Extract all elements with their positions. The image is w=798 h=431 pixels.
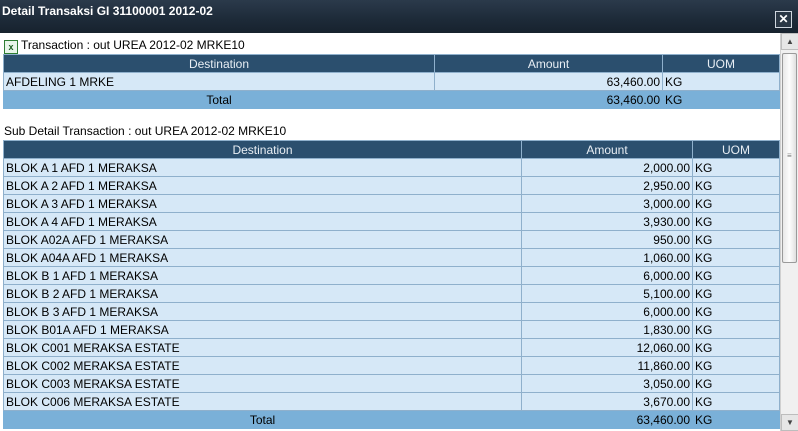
transaction-table: Destination Amount UOM AFDELING 1 MRKE 6… [3,54,780,109]
destination-cell: AFDELING 1 MRKE [3,72,435,91]
column-header-uom[interactable]: UOM [662,54,780,73]
uom-cell: KG [692,194,780,213]
table-row[interactable]: BLOK A 3 AFD 1 MERAKSA 3,000.00 KG [3,194,780,213]
amount-cell: 5,100.00 [521,284,693,303]
destination-cell: BLOK B 3 AFD 1 MERAKSA [3,302,522,321]
column-header-uom[interactable]: UOM [692,140,780,159]
amount-cell: 950.00 [521,230,693,249]
amount-cell: 3,670.00 [521,392,693,411]
uom-cell: KG [692,284,780,303]
window-title: Detail Transaksi GI 31100001 2012-02 [2,4,213,18]
window-titlebar: Detail Transaksi GI 31100001 2012-02 ✕ [0,0,798,33]
total-uom: KG [692,410,780,429]
uom-cell: KG [692,392,780,411]
table-row[interactable]: BLOK B 2 AFD 1 MERAKSA 5,100.00 KG [3,284,780,303]
destination-cell: BLOK C001 MERAKSA ESTATE [3,338,522,357]
table-row[interactable]: BLOK C001 MERAKSA ESTATE 12,060.00 KG [3,338,780,357]
destination-cell: BLOK A 4 AFD 1 MERAKSA [3,212,522,231]
total-row: Total 63,460.00 KG [3,90,780,109]
uom-cell: KG [692,374,780,393]
total-label: Total [3,90,435,109]
vertical-scrollbar[interactable]: ▲ ≡ ▼ [780,33,798,431]
uom-cell: KG [692,266,780,285]
destination-cell: BLOK B 2 AFD 1 MERAKSA [3,284,522,303]
destination-cell: BLOK B01A AFD 1 MERAKSA [3,320,522,339]
table-row[interactable]: BLOK B01A AFD 1 MERAKSA 1,830.00 KG [3,320,780,339]
dialog-content: x Transaction : out UREA 2012-02 MRKE10 D… [0,33,780,431]
amount-cell: 6,000.00 [521,266,693,285]
sub-detail-rows: BLOK A 1 AFD 1 MERAKSA 2,000.00 KG BLOK A 2… [3,158,780,429]
column-header-destination[interactable]: Destination [3,54,435,73]
uom-cell: KG [692,356,780,375]
amount-cell: 3,930.00 [521,212,693,231]
total-amount: 63,460.00 [434,90,663,109]
sub-detail-table: Destination Amount UOM BLOK A 1 AFD 1 ME… [3,140,780,429]
destination-cell: BLOK A04A AFD 1 MERAKSA [3,248,522,267]
total-label: Total [3,410,522,429]
table-row[interactable]: BLOK C002 MERAKSA ESTATE 11,860.00 KG [3,356,780,375]
destination-cell: BLOK B 1 AFD 1 MERAKSA [3,266,522,285]
table-row[interactable]: BLOK B 3 AFD 1 MERAKSA 6,000.00 KG [3,302,780,321]
amount-cell: 6,000.00 [521,302,693,321]
table-row[interactable]: BLOK C006 MERAKSA ESTATE 3,670.00 KG [3,392,780,411]
scroll-thumb[interactable]: ≡ [782,53,797,263]
amount-cell: 63,460.00 [434,72,663,91]
total-row: Total 63,460.00 KG [3,410,780,429]
excel-export-icon[interactable]: x [4,40,18,54]
uom-cell: KG [662,72,780,91]
destination-cell: BLOK C003 MERAKSA ESTATE [3,374,522,393]
grip-icon: ≡ [787,151,792,160]
uom-cell: KG [692,176,780,195]
amount-cell: 11,860.00 [521,356,693,375]
table-row[interactable]: BLOK A04A AFD 1 MERAKSA 1,060.00 KG [3,248,780,267]
uom-cell: KG [692,158,780,177]
uom-cell: KG [692,302,780,321]
amount-cell: 3,000.00 [521,194,693,213]
uom-cell: KG [692,212,780,231]
total-uom: KG [662,90,780,109]
table-row[interactable]: BLOK A 1 AFD 1 MERAKSA 2,000.00 KG [3,158,780,177]
close-button[interactable]: ✕ [775,11,792,28]
destination-cell: BLOK C002 MERAKSA ESTATE [3,356,522,375]
table-row[interactable]: BLOK B 1 AFD 1 MERAKSA 6,000.00 KG [3,266,780,285]
amount-cell: 2,950.00 [521,176,693,195]
transaction-rows: AFDELING 1 MRKE 63,460.00 KG Total 63,46… [3,72,780,109]
uom-cell: KG [692,338,780,357]
scroll-down-arrow-icon[interactable]: ▼ [781,414,798,431]
destination-cell: BLOK A 3 AFD 1 MERAKSA [3,194,522,213]
uom-cell: KG [692,320,780,339]
sub-detail-label: Sub Detail Transaction : out UREA 2012-0… [4,124,287,138]
destination-cell: BLOK A02A AFD 1 MERAKSA [3,230,522,249]
destination-cell: BLOK A 1 AFD 1 MERAKSA [3,158,522,177]
table-row[interactable]: BLOK C003 MERAKSA ESTATE 3,050.00 KG [3,374,780,393]
uom-cell: KG [692,248,780,267]
table-row[interactable]: AFDELING 1 MRKE 63,460.00 KG [3,72,780,91]
table-row[interactable]: BLOK A02A AFD 1 MERAKSA 950.00 KG [3,230,780,249]
amount-cell: 12,060.00 [521,338,693,357]
table-row[interactable]: BLOK A 2 AFD 1 MERAKSA 2,950.00 KG [3,176,780,195]
transaction-section-label: x Transaction : out UREA 2012-02 MRKE10 [4,37,245,54]
scroll-up-arrow-icon[interactable]: ▲ [781,33,798,50]
amount-cell: 1,830.00 [521,320,693,339]
destination-cell: BLOK C006 MERAKSA ESTATE [3,392,522,411]
amount-cell: 3,050.00 [521,374,693,393]
amount-cell: 1,060.00 [521,248,693,267]
amount-cell: 2,000.00 [521,158,693,177]
column-header-amount[interactable]: Amount [434,54,663,73]
column-header-amount[interactable]: Amount [521,140,693,159]
uom-cell: KG [692,230,780,249]
total-amount: 63,460.00 [521,410,693,429]
destination-cell: BLOK A 2 AFD 1 MERAKSA [3,176,522,195]
table-row[interactable]: BLOK A 4 AFD 1 MERAKSA 3,930.00 KG [3,212,780,231]
column-header-destination[interactable]: Destination [3,140,522,159]
transaction-label: Transaction : out UREA 2012-02 MRKE10 [21,38,245,52]
